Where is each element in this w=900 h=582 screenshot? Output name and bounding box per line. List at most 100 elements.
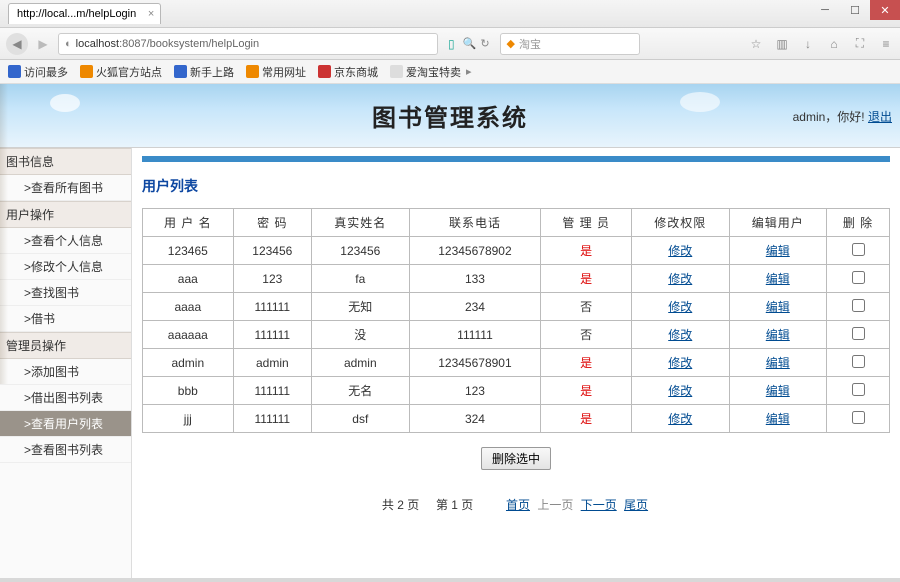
bookmark-item[interactable]: 新手上路 <box>174 64 234 80</box>
edit-link[interactable]: 编辑 <box>766 412 790 426</box>
sidebar-item[interactable]: >修改个人信息 <box>0 254 131 280</box>
cell-modify: 修改 <box>631 293 729 321</box>
edit-link[interactable]: 编辑 <box>766 384 790 398</box>
delete-checkbox[interactable] <box>852 383 865 396</box>
cell-username: jjj <box>143 405 234 433</box>
cell-delete <box>827 265 890 293</box>
bookmark-list-icon[interactable]: ▥ <box>774 36 790 52</box>
forward-button[interactable]: ▶ <box>32 33 54 55</box>
browser-tab[interactable]: http://local...m/helpLogin × <box>8 3 161 24</box>
cell-modify: 修改 <box>631 405 729 433</box>
cell-username: 123465 <box>143 237 234 265</box>
window-close-button[interactable]: ✕ <box>870 0 900 20</box>
cell-admin: 是 <box>541 265 632 293</box>
cell-modify: 修改 <box>631 377 729 405</box>
sidebar-item[interactable]: >借出图书列表 <box>0 385 131 411</box>
star-icon[interactable]: ☆ <box>748 36 764 52</box>
first-page-link[interactable]: 首页 <box>506 498 530 512</box>
delete-checkbox[interactable] <box>852 271 865 284</box>
cell-password: 123 <box>233 265 311 293</box>
delete-checkbox[interactable] <box>852 299 865 312</box>
sidebar-item[interactable]: >查看个人信息 <box>0 228 131 254</box>
bookmark-item[interactable]: 常用网址 <box>246 64 306 80</box>
delete-checkbox[interactable] <box>852 355 865 368</box>
edit-link[interactable]: 编辑 <box>766 272 790 286</box>
cell-phone: 123 <box>409 377 541 405</box>
zoom-icon[interactable]: 🔍 <box>463 37 477 50</box>
maximize-button[interactable]: ☐ <box>840 0 870 20</box>
bookmark-item[interactable]: 访问最多 <box>8 64 68 80</box>
edit-link[interactable]: 编辑 <box>766 328 790 342</box>
browser-titlebar: http://local...m/helpLogin × ─ ☐ ✕ <box>0 0 900 28</box>
last-page-link[interactable]: 尾页 <box>624 498 648 512</box>
menu-icon[interactable]: ≡ <box>878 36 894 52</box>
cell-edit: 编辑 <box>729 349 827 377</box>
greeting-suffix: ，你好! <box>825 110 864 124</box>
delete-checkbox[interactable] <box>852 327 865 340</box>
shield-icon[interactable]: ▯ <box>448 37 455 51</box>
cell-phone: 111111 <box>409 321 541 349</box>
pagination: 共 2 页 第 1 页 首页 上一页 下一页 尾页 <box>142 496 890 513</box>
edit-link[interactable]: 编辑 <box>766 300 790 314</box>
sidebar-item[interactable]: >查看用户列表 <box>0 411 131 437</box>
tab-title: http://local...m/helpLogin <box>17 8 136 20</box>
delete-selected-button[interactable]: 删除选中 <box>481 447 551 470</box>
modify-link[interactable]: 修改 <box>668 300 692 314</box>
logout-link[interactable]: 退出 <box>868 110 892 124</box>
cell-delete <box>827 349 890 377</box>
reload-icon[interactable]: ↻ <box>480 37 489 50</box>
browser-navbar: ◀ ▶ ◐ localhost :8087 /booksystem/helpLo… <box>0 28 900 60</box>
cell-delete <box>827 237 890 265</box>
cell-edit: 编辑 <box>729 405 827 433</box>
modify-link[interactable]: 修改 <box>668 356 692 370</box>
edit-link[interactable]: 编辑 <box>766 244 790 258</box>
cell-realname: admin <box>312 349 410 377</box>
search-bar[interactable]: ◆ 淘宝 <box>500 33 640 55</box>
modify-link[interactable]: 修改 <box>668 412 692 426</box>
bookmark-label: 新手上路 <box>190 64 234 80</box>
table-row: adminadminadmin12345678901是修改编辑 <box>143 349 890 377</box>
cell-admin: 是 <box>541 237 632 265</box>
modify-link[interactable]: 修改 <box>668 328 692 342</box>
table-header-cell: 删 除 <box>827 209 890 237</box>
cell-password: 111111 <box>233 405 311 433</box>
cell-realname: 123456 <box>312 237 410 265</box>
bookmark-item[interactable]: 火狐官方站点 <box>80 64 162 80</box>
modify-link[interactable]: 修改 <box>668 384 692 398</box>
table-row: 12346512345612345612345678902是修改编辑 <box>143 237 890 265</box>
cell-realname: 没 <box>312 321 410 349</box>
sidebar-item[interactable]: >查找图书 <box>0 280 131 306</box>
list-title: 用户列表 <box>142 176 890 196</box>
cell-password: 111111 <box>233 377 311 405</box>
sidebar-item[interactable]: >查看图书列表 <box>0 437 131 463</box>
bookmark-icon <box>174 65 187 78</box>
sidebar-item[interactable]: >借书 <box>0 306 131 332</box>
cell-password: 111111 <box>233 321 311 349</box>
cell-delete <box>827 405 890 433</box>
bookmark-item[interactable]: 爱淘宝特卖▸ <box>390 64 472 80</box>
user-table: 用 户 名密 码真实姓名联系电话管 理 员修改权限编辑用户删 除 1234651… <box>142 208 890 433</box>
cell-username: aaa <box>143 265 234 293</box>
prev-page-link[interactable]: 上一页 <box>537 498 573 512</box>
home-icon[interactable]: ⌂ <box>826 36 842 52</box>
cell-username: aaaa <box>143 293 234 321</box>
bookmark-icon <box>390 65 403 78</box>
table-row: aaaa111111无知234否修改编辑 <box>143 293 890 321</box>
edit-link[interactable]: 编辑 <box>766 356 790 370</box>
delete-checkbox[interactable] <box>852 243 865 256</box>
url-bar[interactable]: ◐ localhost :8087 /booksystem/helpLogin <box>58 33 438 55</box>
main-layout: 图书信息>查看所有图书用户操作>查看个人信息>修改个人信息>查找图书>借书管理员… <box>0 148 900 582</box>
download-icon[interactable]: ↓ <box>800 36 816 52</box>
bookmark-item[interactable]: 京东商城 <box>318 64 378 80</box>
sidebar-item[interactable]: >查看所有图书 <box>0 175 131 201</box>
sidebar-item[interactable]: >添加图书 <box>0 359 131 385</box>
cell-admin: 否 <box>541 293 632 321</box>
minimize-button[interactable]: ─ <box>810 0 840 20</box>
modify-link[interactable]: 修改 <box>668 272 692 286</box>
fullscreen-icon[interactable]: ⛶ <box>852 36 868 52</box>
next-page-link[interactable]: 下一页 <box>581 498 617 512</box>
delete-checkbox[interactable] <box>852 411 865 424</box>
back-button[interactable]: ◀ <box>6 33 28 55</box>
modify-link[interactable]: 修改 <box>668 244 692 258</box>
close-tab-icon[interactable]: × <box>148 8 154 20</box>
